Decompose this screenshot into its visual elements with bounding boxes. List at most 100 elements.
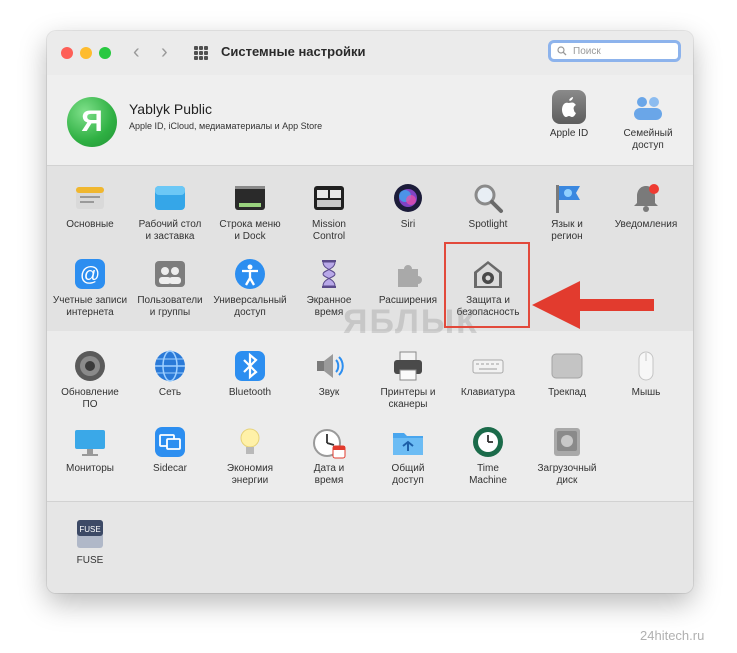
pref-sound[interactable]: Звук	[290, 349, 368, 399]
label-printers: Принтеры и сканеры	[380, 387, 436, 410]
keyboard-icon	[471, 349, 505, 383]
pref-notifications[interactable]: Уведомления	[607, 181, 685, 231]
label-spotlight: Spotlight	[468, 219, 508, 230]
label-sound: Звук	[318, 387, 340, 398]
label-general: Основные	[66, 219, 114, 230]
pref-siri[interactable]: Siri	[369, 181, 447, 231]
time-machine-icon	[471, 425, 505, 459]
dock-icon	[233, 181, 267, 215]
security-highlight-box	[444, 242, 530, 328]
pref-network[interactable]: Сеть	[131, 349, 209, 399]
label-siri: Siri	[400, 219, 416, 230]
mission-control-icon	[312, 181, 346, 215]
pref-trackpad[interactable]: Трекпад	[528, 349, 606, 399]
pref-apple-id[interactable]: Apple ID	[530, 90, 608, 140]
label-date-time: Дата и время	[313, 463, 345, 486]
pref-energy[interactable]: Экономия энергии	[211, 425, 289, 487]
label-keyboard: Клавиатура	[460, 387, 516, 398]
pref-bluetooth[interactable]: Bluetooth	[211, 349, 289, 399]
network-globe-icon	[153, 349, 187, 383]
apple-logo-icon	[552, 90, 586, 124]
label-network: Сеть	[158, 387, 182, 398]
label-sharing: Общий доступ	[391, 463, 425, 486]
pref-dock[interactable]: Строка меню и Dock	[211, 181, 289, 243]
printer-icon	[391, 349, 425, 383]
screen-time-icon	[312, 257, 346, 291]
avatar[interactable]: Я	[67, 97, 117, 147]
pref-extensions[interactable]: Расширения	[369, 257, 447, 307]
pref-mission-control[interactable]: Mission Control	[290, 181, 368, 243]
label-time-machine: Time Machine	[469, 463, 507, 486]
zoom-button[interactable]	[99, 47, 111, 59]
pref-family-sharing[interactable]: Семейный доступ	[609, 90, 687, 152]
label-users: Пользователи и группы	[137, 295, 203, 318]
label-trackpad: Трекпад	[548, 387, 586, 398]
startup-disk-icon	[550, 425, 584, 459]
pref-keyboard[interactable]: Клавиатура	[449, 349, 527, 399]
trackpad-icon	[550, 349, 584, 383]
display-icon	[73, 425, 107, 459]
pref-spotlight[interactable]: Spotlight	[449, 181, 527, 231]
label-internet-accounts: Учетные записи интернета	[52, 295, 128, 318]
sharing-folder-icon	[391, 425, 425, 459]
pref-sidecar[interactable]: Sidecar	[131, 425, 209, 475]
pref-users[interactable]: Пользователи и группы	[131, 257, 209, 319]
pref-printers[interactable]: Принтеры и сканеры	[369, 349, 447, 411]
back-button[interactable]: ‹	[133, 42, 140, 62]
pref-accessibility[interactable]: Универсальный доступ	[211, 257, 289, 319]
pref-fuse[interactable]: FUSE FUSE	[51, 517, 129, 567]
label-fuse: FUSE	[76, 555, 104, 566]
svg-text:@: @	[80, 264, 100, 286]
titlebar: ‹ › Системные настройки Поиск	[47, 31, 693, 75]
siri-icon	[391, 181, 425, 215]
accessibility-icon	[233, 257, 267, 291]
pref-desktop[interactable]: Рабочий стол и заставка	[131, 181, 209, 243]
pref-time-machine[interactable]: Time Machine	[449, 425, 527, 487]
minimize-button[interactable]	[80, 47, 92, 59]
profile-subtitle: Apple ID, iCloud, медиаматериалы и App S…	[129, 121, 323, 131]
label-sidecar: Sidecar	[153, 463, 187, 474]
pref-language[interactable]: Язык и регион	[528, 181, 606, 243]
pref-displays[interactable]: Мониторы	[51, 425, 129, 475]
internet-accounts-icon: @	[73, 257, 107, 291]
show-all-grid-icon[interactable]	[194, 46, 208, 60]
profile-area: Я Yablyk Public Apple ID, iCloud, медиам…	[47, 75, 693, 165]
label-notifications: Уведомления	[614, 219, 678, 230]
general-icon	[73, 181, 107, 215]
clock-calendar-icon	[312, 425, 346, 459]
pref-internet-accounts[interactable]: @ Учетные записи интернета	[51, 257, 129, 319]
users-groups-icon	[153, 257, 187, 291]
search-input[interactable]: Поиск	[548, 40, 681, 62]
close-button[interactable]	[61, 47, 73, 59]
fuse-drive-icon: FUSE	[73, 517, 107, 551]
forward-button[interactable]: ›	[161, 42, 168, 62]
window-title: Системные настройки	[221, 44, 366, 59]
site-watermark: 24hitech.ru	[640, 628, 705, 643]
label-bluetooth: Bluetooth	[228, 387, 272, 398]
search-placeholder: Поиск	[573, 46, 601, 57]
family-sharing-icon	[631, 90, 665, 124]
extensions-icon	[391, 257, 425, 291]
bluetooth-icon	[233, 349, 267, 383]
pref-startup-disk[interactable]: Загрузочный диск	[528, 425, 606, 487]
label-dock: Строка меню и Dock	[219, 219, 281, 242]
label-startup-disk: Загрузочный диск	[537, 463, 597, 486]
profile-name: Yablyk Public	[129, 101, 213, 117]
label-family-sharing: Семейный доступ	[623, 128, 673, 151]
pref-software-update[interactable]: Обновление ПО	[51, 349, 129, 411]
pref-mouse[interactable]: Мышь	[607, 349, 685, 399]
pref-general[interactable]: Основные	[51, 181, 129, 231]
label-language: Язык и регион	[551, 219, 583, 242]
svg-text:FUSE: FUSE	[79, 525, 100, 534]
red-arrow-icon	[532, 281, 654, 329]
notifications-icon	[629, 181, 663, 215]
label-desktop: Рабочий стол и заставка	[138, 219, 202, 242]
pref-date-time[interactable]: Дата и время	[290, 425, 368, 487]
software-update-icon	[73, 349, 107, 383]
label-accessibility: Универсальный доступ	[213, 295, 287, 318]
label-software-update: Обновление ПО	[61, 387, 119, 410]
mouse-icon	[629, 349, 663, 383]
search-icon	[557, 46, 567, 56]
pref-sharing[interactable]: Общий доступ	[369, 425, 447, 487]
language-region-icon	[550, 181, 584, 215]
